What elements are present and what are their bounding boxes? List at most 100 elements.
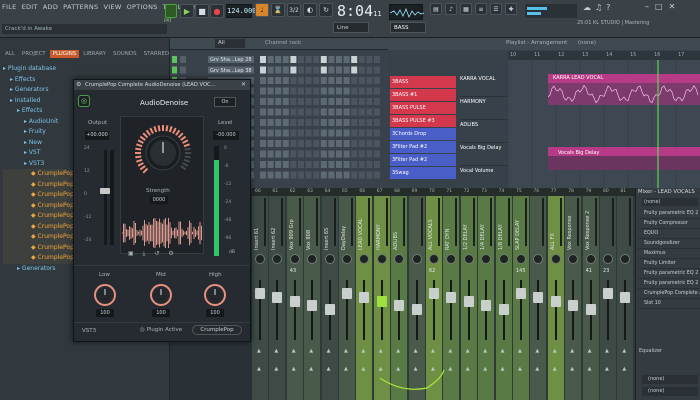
step-button[interactable] [351,77,358,84]
step-button[interactable] [351,87,358,95]
step-button[interactable] [305,140,312,147]
step-button[interactable] [275,108,282,116]
step-button[interactable] [366,66,373,74]
step-button[interactable] [290,150,297,158]
piano-roll-icon[interactable]: ♪ [445,3,457,15]
effect-slot[interactable]: EQUO [638,229,700,239]
step-button[interactable] [320,150,327,158]
channel-pan[interactable] [180,66,186,74]
step-button[interactable] [282,150,289,158]
mid-knob[interactable] [148,283,174,307]
step-button[interactable] [358,129,365,137]
step-button[interactable] [282,87,289,95]
step-button[interactable] [313,150,320,158]
plugin-close-icon[interactable]: ✕ [241,81,246,88]
pattern-item[interactable]: 3BASS #1 [390,89,456,101]
plugin-active-toggle[interactable]: ◎ Plugin Active [140,327,182,333]
channel-rack-icon[interactable]: ▦ [460,3,472,15]
step-button[interactable] [320,87,327,95]
effect-slot[interactable]: Slot 10 [638,299,700,309]
step-button[interactable] [282,129,289,137]
step-button[interactable] [351,150,358,158]
low-knob[interactable] [92,283,118,307]
step-button[interactable] [374,140,380,147]
step-button[interactable] [343,161,350,168]
mic-icon[interactable]: ♫ [595,3,602,12]
output-fader-handle[interactable] [100,188,110,194]
step-button[interactable] [260,77,266,84]
step-button[interactable] [290,108,297,116]
step-button[interactable] [305,119,312,126]
step-button[interactable] [320,66,327,74]
step-button[interactable] [366,171,373,179]
step-button[interactable] [267,56,274,63]
step-button[interactable] [290,119,297,126]
browser-tab-project[interactable]: PROJECT [19,50,49,58]
stop-button[interactable]: ■ [195,4,209,18]
step-button[interactable] [328,56,335,63]
step-button[interactable] [336,119,342,126]
step-button[interactable] [313,129,320,137]
step-button[interactable] [260,87,266,95]
step-button[interactable] [374,171,380,179]
step-button[interactable] [328,87,335,95]
step-button[interactable] [275,119,282,126]
step-button[interactable] [313,87,320,95]
step-button[interactable] [282,66,289,74]
power-toggle[interactable]: On [214,97,236,107]
step-button[interactable] [328,77,335,84]
step-button[interactable] [282,77,289,84]
step-button[interactable] [290,87,297,95]
step-button[interactable] [290,140,297,147]
step-button[interactable] [298,108,304,116]
mid-value[interactable]: 100 [152,309,170,317]
step-button[interactable] [336,98,342,105]
inspector-preset-select[interactable]: (none) [642,198,698,206]
menu-item-edit[interactable]: EDIT [22,3,38,11]
step-button[interactable] [343,108,350,116]
step-button[interactable] [343,129,350,137]
step-button[interactable] [351,98,358,105]
step-button[interactable] [267,77,274,84]
effect-slot[interactable]: Fruity parametric EQ 2 [638,209,700,219]
step-button[interactable] [298,98,304,105]
step-button[interactable] [358,161,365,168]
step-button[interactable] [260,98,266,105]
effect-slot[interactable]: Fruity parametric EQ 2 [638,269,700,279]
browser-tab-library[interactable]: LIBRARY [80,50,109,58]
step-button[interactable] [282,119,289,126]
record-button[interactable]: ● [210,4,224,18]
step-button[interactable] [298,77,304,84]
menu-item-file[interactable]: FILE [2,3,17,11]
browser-tab-sounds[interactable]: SOUNDS [110,50,140,58]
step-button[interactable] [328,161,335,168]
strength-knob[interactable] [132,122,194,184]
step-button[interactable] [267,119,274,126]
step-button[interactable] [275,129,282,137]
step-button[interactable] [267,171,274,179]
pattern-item[interactable]: 3BASS PULSE #3 [390,115,456,127]
step-button[interactable] [320,77,327,84]
step-button[interactable] [366,129,373,137]
step-button[interactable] [260,140,266,147]
step-button[interactable] [290,77,297,84]
step-button[interactable] [275,161,282,168]
step-button[interactable] [320,129,327,137]
plugin-titlebar[interactable]: ⚙ CrumplePop Complete AudioDenoise (LEAD… [74,80,250,90]
step-button[interactable] [374,87,380,95]
channel-led[interactable] [172,56,177,63]
step-button[interactable] [313,119,320,126]
metronome-icon[interactable]: ♩ [255,3,269,17]
input-select[interactable]: (none) [642,387,698,396]
step-button[interactable] [328,119,335,126]
step-button[interactable] [358,108,365,116]
track-header[interactable]: KARRA VOCAL [460,74,514,97]
step-button[interactable] [351,129,358,137]
arrangement-select[interactable]: (none) [578,40,596,46]
blend-icon[interactable]: ◐ [303,3,317,17]
step-button[interactable] [320,140,327,147]
step-button[interactable] [336,140,342,147]
step-button[interactable] [374,56,380,63]
vocal-clip[interactable] [548,83,700,105]
download-icon[interactable]: ⤓ [143,250,146,258]
